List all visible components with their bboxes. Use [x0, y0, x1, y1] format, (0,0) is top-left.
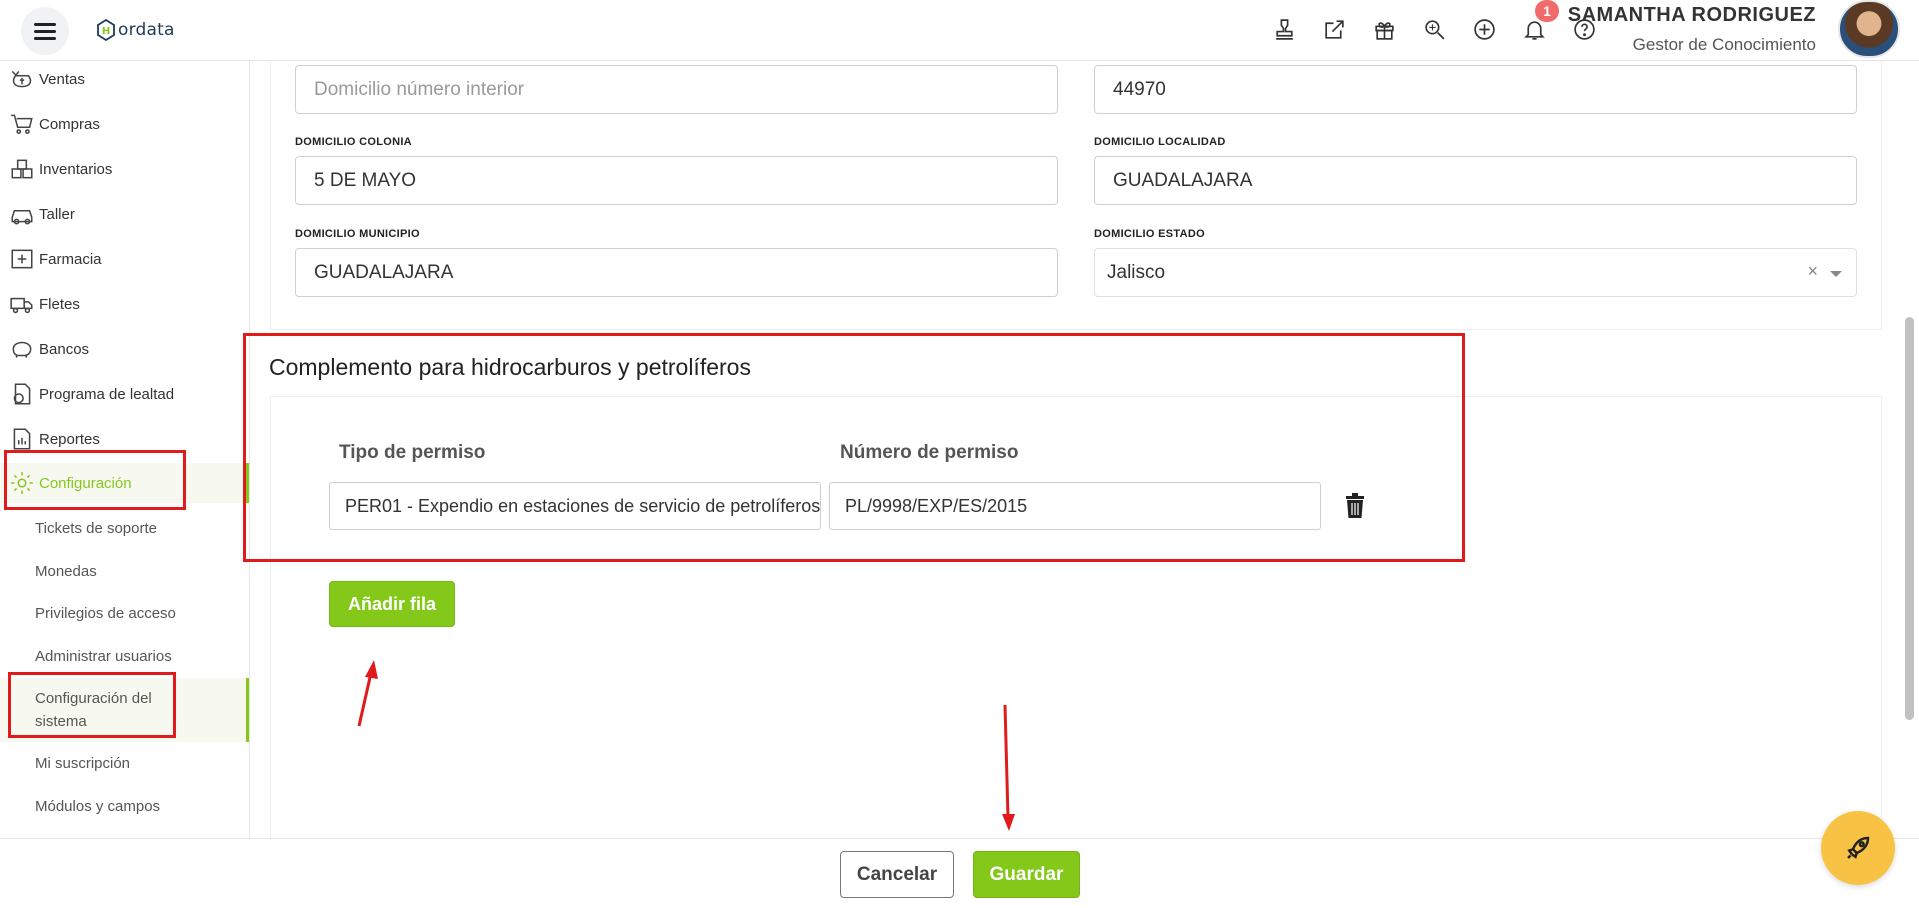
add-row-button[interactable]: Añadir fila — [329, 581, 455, 627]
sidebar-item-label: Bancos — [39, 340, 90, 358]
sidebar-item-programa-lealtad[interactable]: Programa de lealtad — [9, 378, 174, 410]
gift-button[interactable] — [1368, 14, 1401, 44]
sidebar-sub-monedas[interactable]: Monedas — [35, 560, 97, 583]
sidebar-item-label: Programa de lealtad — [39, 385, 175, 403]
sidebar-sub-administrar-usuarios[interactable]: Administrar usuarios — [35, 645, 172, 668]
truck-icon — [10, 297, 33, 314]
sidebar-item-label: Compras — [39, 115, 100, 133]
sidebar-item-label: Ventas — [39, 70, 85, 88]
estado-label: DOMICILIO ESTADO — [1094, 228, 1205, 240]
user-name[interactable]: SAMANTHA RODRIGUEZ — [1568, 4, 1816, 27]
complemento-title: Complemento para hidrocarburos y petrolí… — [269, 354, 751, 380]
sidebar: Ventas Compras Inventarios Taller Farmac… — [0, 61, 250, 839]
municipio-label: DOMICILIO MUNICIPIO — [295, 228, 420, 240]
loyalty-icon — [13, 383, 31, 405]
user-role: Gestor de Conocimiento — [1632, 35, 1816, 54]
codigo-postal-input[interactable]: 44970 — [1094, 65, 1857, 114]
money-bag-icon — [11, 70, 32, 88]
sidebar-item-label: Inventarios — [39, 160, 113, 178]
sidebar-item-label: Farmacia — [39, 250, 102, 268]
municipio-input[interactable]: GUADALAJARA — [295, 248, 1058, 297]
logo-text: ordata — [118, 20, 175, 40]
vertical-scrollbar[interactable] — [1905, 317, 1914, 720]
estado-select-value: Jalisco — [1107, 261, 1166, 283]
tipo-permiso-input[interactable]: PER01 - Expendio en estaciones de servic… — [329, 482, 821, 530]
trash-icon[interactable] — [1344, 493, 1366, 519]
rocket-launcher-button[interactable] — [1821, 811, 1895, 885]
stamp-icon — [1276, 18, 1293, 40]
footer-bar — [0, 838, 1919, 908]
stamp-button[interactable] — [1268, 14, 1301, 44]
localidad-label: DOMICILIO LOCALIDAD — [1094, 136, 1226, 148]
sidebar-item-fletes[interactable]: Fletes — [9, 288, 80, 320]
tipo-permiso-header: Tipo de permiso — [339, 442, 486, 463]
add-button[interactable] — [1468, 14, 1501, 44]
sidebar-sub-privilegios[interactable]: Privilegios de acceso — [35, 602, 176, 625]
save-button[interactable]: Guardar — [973, 851, 1080, 898]
logo[interactable]: H ordata — [96, 19, 175, 41]
cart-icon — [11, 114, 33, 134]
sidebar-active-indicator — [246, 463, 249, 503]
sidebar-item-configuracion[interactable]: Configuración — [9, 467, 132, 499]
sidebar-item-label: Configuración — [39, 474, 132, 492]
clear-icon[interactable]: × — [1807, 261, 1818, 282]
logo-icon: H — [97, 19, 115, 41]
sidebar-item-farmacia[interactable]: Farmacia — [9, 243, 102, 275]
car-icon — [11, 209, 33, 225]
sidebar-item-label: Fletes — [39, 295, 80, 313]
numero-interior-input[interactable]: Domicilio número interior — [295, 65, 1058, 114]
boxes-icon — [11, 159, 33, 179]
search-button[interactable] — [1418, 14, 1451, 44]
numero-permiso-input[interactable]: PL/9998/EXP/ES/2015 — [829, 482, 1321, 530]
gear-icon — [11, 472, 33, 494]
plus-circle-icon — [1474, 18, 1495, 40]
sidebar-item-label: Taller — [39, 205, 75, 223]
sidebar-item-taller[interactable]: Taller — [9, 198, 75, 230]
sidebar-sub-configuracion-sistema[interactable]: Configuración del sistema — [35, 687, 185, 733]
gift-icon — [1375, 21, 1394, 40]
external-link-button[interactable] — [1318, 14, 1351, 44]
sidebar-item-inventarios[interactable]: Inventarios — [9, 153, 112, 185]
sidebar-sub-modulos-campos[interactable]: Módulos y campos — [35, 795, 160, 818]
top-bar: H ordata 1 SAMANTHA RODRIGUEZ Gestor de … — [0, 0, 1919, 61]
menu-icon — [34, 22, 56, 40]
rocket-icon — [1847, 836, 1870, 859]
app-root: H ordata 1 SAMANTHA RODRIGUEZ Gestor de … — [0, 0, 1919, 908]
sidebar-sub-active-indicator — [246, 678, 249, 742]
estado-select[interactable]: Jalisco × — [1094, 248, 1857, 297]
sidebar-sub-tickets[interactable]: Tickets de soporte — [35, 517, 157, 540]
piggy-bank-icon — [12, 341, 32, 358]
notification-badge: 1 — [1535, 0, 1559, 22]
notifications-button[interactable]: 1 — [1518, 0, 1559, 44]
localidad-input[interactable]: GUADALAJARA — [1094, 156, 1857, 205]
sidebar-item-ventas[interactable]: Ventas — [9, 63, 85, 95]
hamburger-menu-button[interactable] — [21, 7, 69, 55]
colonia-input[interactable]: 5 DE MAYO — [295, 156, 1058, 205]
colonia-label: DOMICILIO COLONIA — [295, 136, 412, 148]
sidebar-item-label: Reportes — [39, 430, 100, 448]
header-icons: 1 — [1268, 0, 1601, 44]
medical-kit-icon — [11, 249, 33, 269]
logo-letter: H — [102, 26, 110, 37]
numero-permiso-header: Número de permiso — [840, 442, 1019, 463]
cancel-button[interactable]: Cancelar — [840, 851, 954, 898]
sidebar-sub-mi-suscripcion[interactable]: Mi suscripción — [35, 752, 130, 775]
external-link-icon — [1325, 19, 1344, 39]
complemento-card — [270, 396, 1882, 856]
sidebar-item-reportes[interactable]: Reportes — [9, 423, 100, 455]
avatar[interactable] — [1838, 0, 1900, 58]
chevron-down-icon[interactable] — [1830, 271, 1842, 277]
report-icon — [13, 428, 31, 450]
sidebar-item-compras[interactable]: Compras — [9, 108, 100, 140]
sidebar-item-bancos[interactable]: Bancos — [9, 333, 89, 365]
search-icon — [1425, 19, 1445, 39]
